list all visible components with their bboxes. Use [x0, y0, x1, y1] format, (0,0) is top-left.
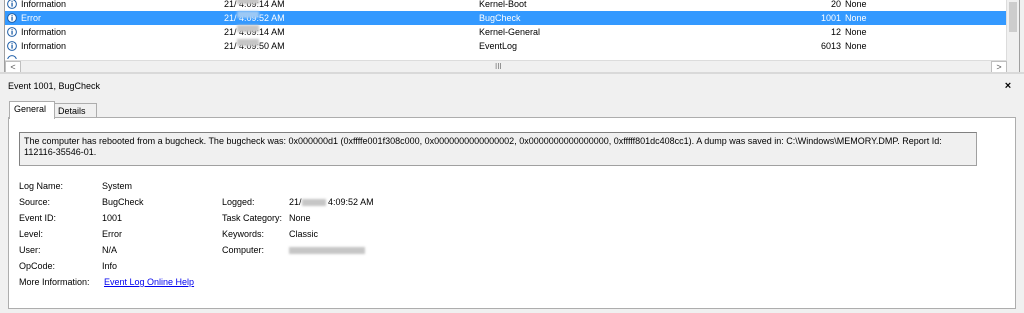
row-event-id: 6013 [820, 41, 841, 51]
computer-label: Computer: [222, 245, 265, 255]
pane-splitter[interactable] [0, 72, 1024, 74]
row-source: BugCheck [479, 13, 521, 23]
row-event-id: 12 [830, 27, 841, 37]
source-value[interactable]: BugCheck [102, 196, 144, 208]
logged-label: Logged: [222, 197, 255, 207]
log-name-value[interactable]: System [102, 180, 132, 192]
event-rows: Information 21/ 4:09:14 AM Kernel-Boot 2… [5, 0, 1007, 59]
row-level: Error [21, 13, 41, 23]
task-category-value[interactable]: None [289, 212, 311, 224]
event-list[interactable]: Information 21/ 4:09:14 AM Kernel-Boot 2… [4, 0, 1020, 73]
detail-title: Event 1001, BugCheck [8, 81, 101, 91]
source-label: Source: [19, 197, 51, 207]
redacted-date [236, 0, 259, 4]
information-icon [7, 27, 17, 37]
level-value[interactable]: Error [102, 228, 122, 240]
vertical-scroll-thumb[interactable] [1009, 2, 1017, 32]
information-icon [7, 0, 17, 9]
scroll-grip-icon[interactable]: III [495, 61, 502, 72]
table-row[interactable]: Information 21/ 4:09:14 AM Kernel-Genera… [5, 25, 1007, 39]
row-level: Information [21, 41, 67, 51]
row-event-id: 1001 [820, 13, 841, 23]
scroll-corner [1007, 60, 1019, 72]
event-id-label: Event ID: [19, 213, 57, 223]
information-icon [7, 13, 17, 23]
redacted-date [236, 39, 259, 46]
task-category-label: Task Category: [222, 213, 283, 223]
tab-details[interactable]: Details [53, 103, 97, 118]
level-label: Level: [19, 229, 44, 239]
row-level: Information [21, 27, 67, 37]
row-task: None [845, 41, 867, 51]
table-row-partial[interactable] [5, 53, 1007, 59]
information-icon [7, 55, 17, 59]
bottom-border [0, 309, 1024, 313]
log-name-label: Log Name: [19, 181, 64, 191]
redacted-date [236, 25, 259, 32]
row-source: EventLog [479, 41, 518, 51]
more-information-label: More Information: [19, 277, 90, 287]
row-date: 21/ 4:09:52 AM [224, 11, 285, 23]
close-icon[interactable]: × [1002, 77, 1014, 95]
event-id-value[interactable]: 1001 [102, 212, 122, 224]
logged-value[interactable]: 21/ 4:09:52 AM [289, 196, 374, 208]
computer-value[interactable] [289, 244, 365, 256]
row-source: Kernel-Boot [479, 0, 527, 9]
detail-header: Event 1001, BugCheck × [4, 77, 1018, 95]
redacted-computer-name [289, 247, 365, 255]
keywords-label: Keywords: [222, 229, 265, 239]
opcode-label: OpCode: [19, 261, 56, 271]
general-panel: The computer has rebooted from a bugchec… [8, 117, 1016, 309]
information-icon [7, 41, 17, 51]
user-value[interactable]: N/A [102, 244, 117, 256]
row-date: 21/ 4:09:14 AM [224, 0, 285, 11]
vertical-scrollbar[interactable] [1006, 0, 1019, 60]
row-task: None [845, 0, 867, 9]
table-row[interactable]: Information 21/ 4:09:50 AM EventLog 6013… [5, 39, 1007, 53]
row-source: Kernel-General [479, 27, 541, 37]
table-row-selected[interactable]: Error 21/ 4:09:52 AM BugCheck 1001 None [5, 11, 1007, 25]
tab-general[interactable]: General [9, 101, 55, 119]
row-date: 21/ 4:09:50 AM [224, 39, 285, 51]
row-level: Information [21, 0, 67, 9]
redacted-date [301, 199, 326, 207]
keywords-value[interactable]: Classic [289, 228, 318, 240]
opcode-value[interactable]: Info [102, 260, 117, 272]
event-log-online-help-link[interactable]: Event Log Online Help [104, 276, 194, 288]
event-message[interactable]: The computer has rebooted from a bugchec… [19, 132, 977, 166]
redacted-date [236, 11, 259, 18]
row-task: None [845, 13, 867, 23]
user-label: User: [19, 245, 41, 255]
row-event-id: 20 [830, 0, 841, 9]
row-task: None [845, 27, 867, 37]
row-date: 21/ 4:09:14 AM [224, 25, 285, 37]
table-row[interactable]: Information 21/ 4:09:14 AM Kernel-Boot 2… [5, 0, 1007, 11]
